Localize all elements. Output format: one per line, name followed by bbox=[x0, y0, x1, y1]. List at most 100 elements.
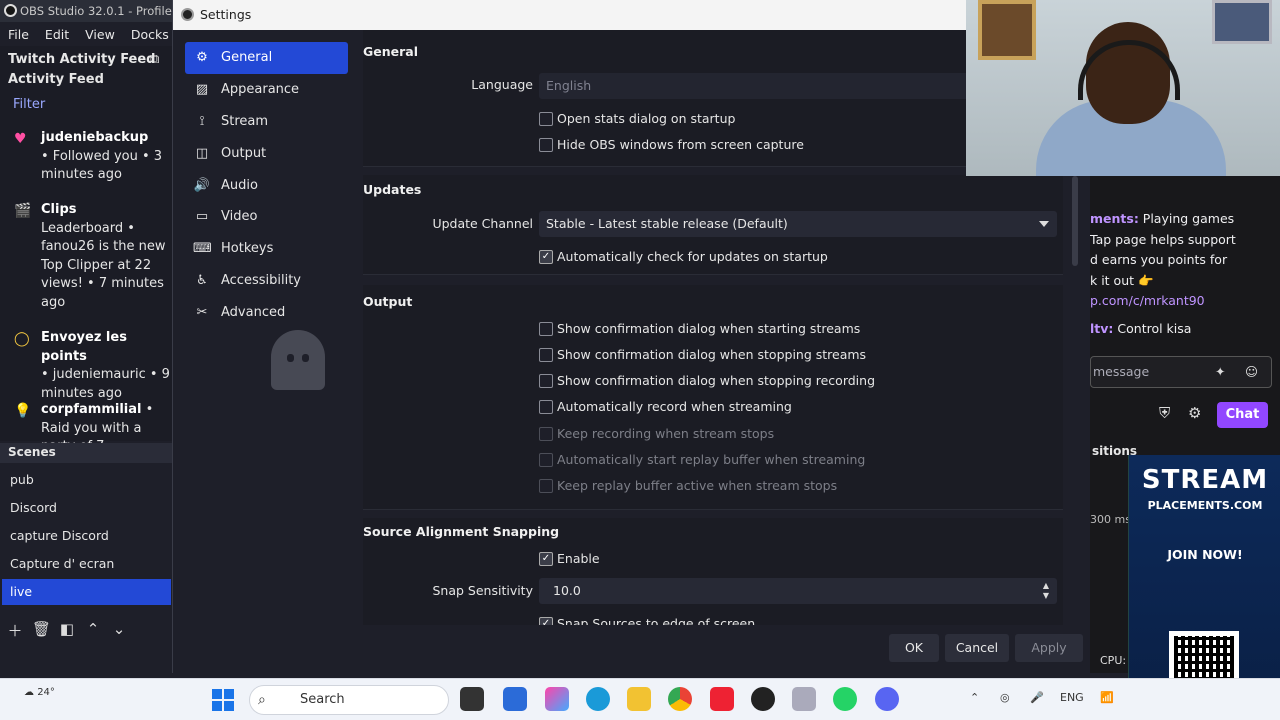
confirm-stop-recording-checkbox[interactable]: Show confirmation dialog when stopping r… bbox=[539, 373, 875, 388]
update-channel-label: Update Channel bbox=[432, 216, 533, 231]
checkbox-box bbox=[539, 478, 553, 493]
spin-arrows-icon[interactable]: ▲ ▼ bbox=[1043, 581, 1049, 601]
app-icon[interactable] bbox=[792, 687, 816, 711]
cancel-button[interactable]: Cancel bbox=[945, 634, 1009, 662]
clapper-icon: 🎬 bbox=[14, 203, 32, 219]
update-channel-select[interactable]: Stable - Latest stable release (Default) bbox=[539, 211, 1057, 237]
weather-widget[interactable]: ☁ 24° bbox=[24, 687, 55, 698]
language-label: Language bbox=[471, 77, 533, 92]
nav-hotkeys[interactable]: ⌨ Hotkeys bbox=[185, 233, 348, 265]
ok-button[interactable]: OK bbox=[889, 634, 939, 662]
search-icon: ⌕ bbox=[258, 692, 266, 708]
wrench-icon: ✂ bbox=[196, 304, 208, 320]
microphone-icon[interactable]: 🎤 bbox=[1030, 691, 1044, 704]
nav-accessibility[interactable]: ♿ Accessibility bbox=[185, 265, 348, 297]
checkbox-box[interactable] bbox=[539, 373, 553, 388]
bulb-icon: 💡 bbox=[14, 403, 32, 419]
nav-appearance[interactable]: ▨ Appearance bbox=[185, 74, 348, 106]
webcam-overlay bbox=[966, 0, 1280, 176]
chat-line: k it out 👉 bbox=[1090, 273, 1154, 288]
hide-obs-checkbox[interactable]: Hide OBS windows from screen capture bbox=[539, 137, 804, 152]
chrome-icon[interactable] bbox=[668, 687, 692, 711]
shield-icon[interactable]: ⛨ bbox=[1159, 404, 1170, 422]
nav-video[interactable]: ▭ Video bbox=[185, 201, 348, 233]
scene-item-selected[interactable]: live bbox=[2, 579, 171, 605]
filter-button[interactable]: Filter bbox=[13, 97, 45, 112]
copilot-icon[interactable] bbox=[545, 687, 569, 711]
keep-recording-checkbox: Keep recording when stream stops bbox=[539, 426, 774, 441]
task-view-icon[interactable] bbox=[460, 687, 484, 711]
menu-docks[interactable]: Docks bbox=[123, 27, 177, 42]
checkbox-box[interactable] bbox=[539, 399, 553, 414]
ad-cta: JOIN NOW! bbox=[1167, 547, 1243, 562]
nav-audio[interactable]: 🔊 Audio bbox=[185, 169, 348, 201]
nav-output[interactable]: ◫ Output bbox=[185, 137, 348, 169]
wifi-icon[interactable]: 📶 bbox=[1100, 691, 1114, 704]
obs-icon[interactable] bbox=[751, 687, 775, 711]
activity-feed-heading: Activity Feed bbox=[8, 72, 104, 87]
snapping-enable-checkbox[interactable]: ✓ Enable bbox=[539, 551, 600, 566]
language-indicator[interactable]: ENG bbox=[1060, 691, 1084, 704]
scene-item[interactable]: capture Discord bbox=[2, 523, 171, 549]
scenes-dock: Scenes pub Discord capture Discord Captu… bbox=[0, 443, 172, 673]
checkbox-box[interactable] bbox=[539, 111, 553, 126]
add-icon[interactable]: ＋ bbox=[6, 620, 24, 641]
trash-icon[interactable]: 🗑 bbox=[32, 620, 51, 641]
check-icon[interactable]: ✓ bbox=[539, 551, 553, 566]
discord-icon[interactable] bbox=[875, 687, 899, 711]
snap-to-edge-checkbox[interactable]: ✓ Snap Sources to edge of screen bbox=[539, 616, 755, 625]
snap-sensitivity-spinbox[interactable]: 10.0 ▲ ▼ bbox=[539, 578, 1057, 604]
dock-float-icon[interactable]: ⧉ bbox=[150, 52, 159, 67]
chat-send-button[interactable]: Chat bbox=[1217, 402, 1268, 428]
auto-replay-buffer-checkbox: Automatically start replay buffer when s… bbox=[539, 452, 865, 467]
file-explorer-icon[interactable] bbox=[627, 687, 651, 711]
ghost-watermark-icon bbox=[271, 330, 325, 390]
chevron-up-icon[interactable]: ⌃ bbox=[970, 691, 979, 704]
whatsapp-icon[interactable] bbox=[833, 687, 857, 711]
confirm-stop-stream-checkbox[interactable]: Show confirmation dialog when stopping s… bbox=[539, 347, 866, 362]
scene-item[interactable]: pub bbox=[2, 467, 171, 493]
move-up-icon[interactable]: ⌃ bbox=[84, 620, 102, 641]
general-section: General Language English Open stats dial… bbox=[363, 30, 1069, 167]
checkbox-box bbox=[539, 426, 553, 441]
checkbox-box[interactable] bbox=[539, 137, 553, 152]
confirm-start-stream-checkbox[interactable]: Show confirmation dialog when starting s… bbox=[539, 321, 860, 336]
output-section: Output Show confirmation dialog when sta… bbox=[363, 285, 1063, 510]
menu-edit[interactable]: Edit bbox=[37, 27, 77, 42]
gear-icon[interactable]: ⚙ bbox=[1188, 404, 1201, 422]
snapping-title: Source Alignment Snapping bbox=[363, 524, 560, 539]
auto-record-checkbox[interactable]: Automatically record when streaming bbox=[539, 399, 792, 414]
monitor-icon: ▭ bbox=[195, 209, 209, 225]
auto-check-updates-checkbox[interactable]: ✓ Automatically check for updates on star… bbox=[539, 249, 828, 264]
nav-general[interactable]: ⚙ General bbox=[185, 42, 348, 74]
apply-button[interactable]: Apply bbox=[1015, 634, 1083, 662]
wall-picture bbox=[1212, 0, 1272, 44]
emote-icon[interactable]: ☺ bbox=[1245, 357, 1258, 387]
move-down-icon[interactable]: ⌄ bbox=[110, 620, 128, 641]
edge-icon[interactable] bbox=[586, 687, 610, 711]
snapping-section: Source Alignment Snapping ✓ Enable Snap S… bbox=[363, 518, 1063, 625]
taskbar-search[interactable]: ⌕ Search bbox=[249, 685, 449, 715]
anydesk-icon[interactable] bbox=[710, 687, 734, 711]
windows-start-icon[interactable] bbox=[212, 689, 234, 711]
filters-icon[interactable]: ◧ bbox=[58, 620, 76, 641]
nav-stream[interactable]: ⟟ Stream bbox=[185, 106, 348, 138]
network-icon[interactable]: ◎ bbox=[1000, 691, 1010, 704]
output-title: Output bbox=[363, 294, 413, 309]
sparkle-icon[interactable]: ✦ bbox=[1215, 357, 1225, 387]
settings-scrollbar[interactable] bbox=[1072, 176, 1078, 266]
menu-file[interactable]: File bbox=[0, 27, 37, 42]
checkbox-box[interactable] bbox=[539, 347, 553, 362]
chat-message-input[interactable]: message ✦ ☺ bbox=[1090, 356, 1272, 388]
store-icon[interactable] bbox=[503, 687, 527, 711]
scene-item[interactable]: Discord bbox=[2, 495, 171, 521]
chat-link[interactable]: p.com/c/mrkant90 bbox=[1090, 291, 1205, 311]
open-stats-checkbox[interactable]: Open stats dialog on startup bbox=[539, 111, 735, 126]
nav-advanced[interactable]: ✂ Advanced bbox=[185, 296, 348, 328]
wall-picture bbox=[978, 0, 1036, 60]
scene-item[interactable]: Capture d' ecran bbox=[2, 551, 171, 577]
check-icon[interactable]: ✓ bbox=[539, 249, 553, 264]
check-icon[interactable]: ✓ bbox=[539, 616, 553, 625]
menu-view[interactable]: View bbox=[77, 27, 123, 42]
checkbox-box[interactable] bbox=[539, 321, 553, 336]
